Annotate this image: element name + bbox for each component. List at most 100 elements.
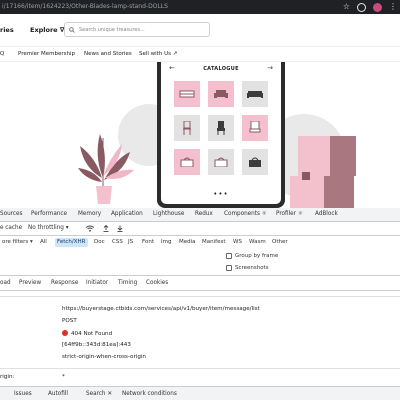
group-by-frame-label: Group by frame xyxy=(235,253,279,259)
subnav-sell-with-us[interactable]: Sell with Us ↗ xyxy=(139,51,177,57)
subnav-item-q[interactable]: Q xyxy=(0,51,4,57)
bag-icon xyxy=(249,157,261,167)
filter-manifest[interactable]: Manifest xyxy=(200,238,227,247)
origin-header-row: rigin: * xyxy=(0,371,400,381)
tab-cookies[interactable]: Cookies xyxy=(146,280,168,286)
request-method[interactable]: POST xyxy=(62,318,77,324)
catalogue-tile xyxy=(242,115,268,141)
tab-profiler[interactable]: Profiler ⚛ xyxy=(276,211,303,217)
devtools-drawer-tabs: Issues Autofill Search ✕ Network conditi… xyxy=(0,386,400,400)
disable-cache-label[interactable]: e cache xyxy=(0,225,22,231)
subnav-news-stories[interactable]: News and Stories xyxy=(84,51,132,57)
devtools-main-tabs: Sources Performance Memory Application L… xyxy=(0,208,400,222)
tab-sources[interactable]: Sources xyxy=(0,211,23,217)
address-bar[interactable]: i/17166/item/1624223/Other-Blades-lamp-s… xyxy=(0,0,400,14)
bookmark-star-icon[interactable]: ☆ xyxy=(343,0,350,14)
chair-icon xyxy=(183,121,191,135)
bag-icon xyxy=(180,157,194,167)
remote-address[interactable]: [64ff9b::343d:81ea]:443 xyxy=(62,342,131,348)
filter-css[interactable]: CSS xyxy=(110,238,125,247)
url-text[interactable]: i/17166/item/1624223/Other-Blades-lamp-s… xyxy=(2,3,168,10)
filter-img[interactable]: Img xyxy=(159,238,173,247)
phone-frame: ← CATALOGUE → ••• xyxy=(157,62,285,208)
plant-icon xyxy=(78,134,134,204)
screenshots-checkbox[interactable] xyxy=(226,265,232,271)
search-placeholder: Search unique treasures... xyxy=(79,26,145,33)
network-toolbar: e cache No throttling ▾ xyxy=(0,222,400,236)
tab-adblock[interactable]: AdBlock xyxy=(315,211,338,217)
chair-icon xyxy=(217,121,225,135)
catalogue-tile xyxy=(174,115,200,141)
referrer-policy[interactable]: strict-origin-when-cross-origin xyxy=(62,354,146,360)
tab-memory[interactable]: Memory xyxy=(78,211,101,217)
filter-all[interactable]: All xyxy=(38,238,49,247)
tab-preview[interactable]: Preview xyxy=(19,280,41,286)
menu-kebab-icon[interactable]: ⋮ xyxy=(389,0,397,14)
armchair-icon xyxy=(249,121,261,133)
screenshots-label: Screenshots xyxy=(235,265,269,271)
tab-application[interactable]: Application xyxy=(111,211,143,217)
filter-js[interactable]: JS xyxy=(126,238,135,247)
section-divider xyxy=(0,296,400,297)
boxes-icon xyxy=(290,136,356,208)
download-icon[interactable] xyxy=(117,225,123,232)
catalogue-tile xyxy=(208,115,234,141)
hero-illustration: ← CATALOGUE → ••• xyxy=(0,62,400,208)
devtools-panel: Sources Performance Memory Application L… xyxy=(0,208,400,400)
filter-media[interactable]: Media xyxy=(177,238,198,247)
sub-navigation: Q Premier Membership News and Stories Se… xyxy=(0,46,400,62)
tab-payload[interactable]: oad xyxy=(0,280,11,286)
request-details: https://buyerstage.ctbids.com/services/a… xyxy=(0,291,400,371)
tab-response[interactable]: Response xyxy=(51,280,78,286)
catalogue-title: CATALOGUE xyxy=(203,66,239,72)
catalogue-tile xyxy=(208,81,234,107)
catalogue-tile xyxy=(242,81,268,107)
subnav-premier-membership[interactable]: Premier Membership xyxy=(18,51,75,57)
filter-bar: ore filters ▾ All Fetch/XHR Doc CSS JS F… xyxy=(0,236,400,256)
request-url[interactable]: https://buyerstage.ctbids.com/services/a… xyxy=(62,306,260,312)
group-by-frame-checkbox[interactable] xyxy=(226,253,232,259)
drawer-tab-network-conditions[interactable]: Network conditions xyxy=(122,391,177,397)
origin-value[interactable]: * xyxy=(62,374,65,380)
origin-label: rigin: xyxy=(0,374,15,380)
upload-icon[interactable] xyxy=(103,225,109,232)
arrow-right-icon: → xyxy=(267,64,273,72)
nav-categories[interactable]: ries xyxy=(0,26,14,34)
filter-wasm[interactable]: Wasm xyxy=(247,238,268,247)
section-divider xyxy=(0,368,400,369)
status-code[interactable]: 404 Not Found xyxy=(62,330,112,337)
catalogue-tile xyxy=(174,149,200,175)
filter-other[interactable]: Other xyxy=(270,238,290,247)
tab-redux[interactable]: Redux xyxy=(195,211,213,217)
bag-icon xyxy=(214,157,228,167)
tab-lighthouse[interactable]: Lighthouse xyxy=(153,211,184,217)
pagination-dots: ••• xyxy=(213,190,229,198)
search-input[interactable]: Search unique treasures... xyxy=(64,22,210,37)
phone-screen: ← CATALOGUE → ••• xyxy=(161,62,281,204)
tab-timing[interactable]: Timing xyxy=(118,280,137,286)
filter-fetch-xhr[interactable]: Fetch/XHR xyxy=(55,238,88,247)
tab-components[interactable]: Components ⚛ xyxy=(224,211,267,217)
filter-font[interactable]: Font xyxy=(140,238,156,247)
request-detail-tabs: oad Preview Response Initiator Timing Co… xyxy=(0,275,400,291)
extension-icon[interactable] xyxy=(357,2,366,12)
armchair-icon xyxy=(214,90,228,98)
status-error-icon xyxy=(62,330,68,336)
nav-explore[interactable]: Explore ∇ xyxy=(30,26,64,34)
sofa-icon xyxy=(247,91,263,98)
throttling-select[interactable]: No throttling ▾ xyxy=(28,225,69,231)
wifi-icon[interactable] xyxy=(86,225,94,232)
filter-ws[interactable]: WS xyxy=(231,238,244,247)
tab-initiator[interactable]: Initiator xyxy=(86,280,108,286)
profile-avatar[interactable] xyxy=(373,2,382,12)
status-text: 404 Not Found xyxy=(71,331,113,337)
drawer-tab-search[interactable]: Search ✕ xyxy=(86,391,112,397)
site-header: ries Explore ∇ Search unique treasures..… xyxy=(0,14,400,46)
drawer-tab-autofill[interactable]: Autofill xyxy=(48,391,68,397)
tab-performance[interactable]: Performance xyxy=(31,211,67,217)
catalogue-tile xyxy=(174,81,200,107)
drawer-tab-issues[interactable]: Issues xyxy=(14,391,32,397)
search-icon xyxy=(69,26,75,33)
filter-doc[interactable]: Doc xyxy=(92,238,107,247)
more-filters-dropdown[interactable]: ore filters ▾ xyxy=(0,238,35,247)
